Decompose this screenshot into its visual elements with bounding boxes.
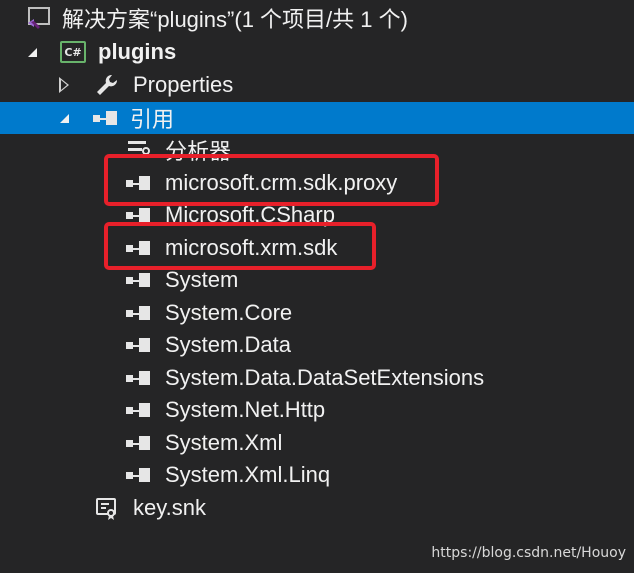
reference-icon	[124, 207, 154, 223]
tree-item-reference[interactable]: microsoft.crm.sdk.proxy	[0, 167, 634, 199]
reference-label: System.Data	[165, 332, 291, 357]
reference-label: System.Xml.Linq	[165, 462, 331, 487]
reference-label: microsoft.crm.sdk.proxy	[165, 170, 398, 195]
reference-icon	[91, 110, 121, 126]
tree-item-analyzers[interactable]: 分析器	[0, 134, 634, 166]
tree-item-reference[interactable]: microsoft.xrm.sdk	[0, 232, 634, 264]
reference-icon	[124, 272, 154, 288]
tree-item-reference[interactable]: Microsoft.CSharp	[0, 199, 634, 231]
solution-explorer-tree: 解决方案“plugins”(1 个项目/共 1 个) C# plugins Pr…	[0, 0, 634, 573]
key-certificate-icon	[94, 495, 120, 521]
tree-item-reference[interactable]: System.Xml	[0, 427, 634, 459]
collapsed-arrow-icon[interactable]	[56, 77, 72, 93]
reference-icon	[124, 337, 154, 353]
csharp-project-icon: C#	[60, 41, 86, 63]
watermark: https://blog.csdn.net/Houoy	[431, 545, 626, 561]
tree-item-reference[interactable]: System.Net.Http	[0, 394, 634, 426]
tree-item-solution[interactable]: 解决方案“plugins”(1 个项目/共 1 个)	[0, 2, 634, 34]
visual-studio-solution-icon	[26, 5, 52, 31]
reference-icon	[124, 467, 154, 483]
wrench-icon	[94, 72, 120, 98]
reference-icon	[124, 402, 154, 418]
key-file-label: key.snk	[133, 495, 206, 520]
references-label: 引用	[130, 107, 175, 132]
reference-label: System.Net.Http	[165, 397, 326, 422]
reference-icon	[124, 240, 154, 256]
reference-icon	[124, 435, 154, 451]
solution-label: 解决方案“plugins”(1 个项目/共 1 个)	[62, 7, 408, 32]
reference-label: microsoft.xrm.sdk	[165, 235, 338, 260]
project-label: plugins	[98, 39, 177, 64]
reference-label: Microsoft.CSharp	[165, 202, 335, 227]
tree-item-reference[interactable]: System.Xml.Linq	[0, 459, 634, 491]
reference-label: 分析器	[165, 139, 232, 164]
tree-item-properties[interactable]: Properties	[0, 69, 634, 101]
analyzer-icon	[126, 139, 152, 161]
reference-icon	[124, 305, 154, 321]
expanded-arrow-icon[interactable]	[56, 110, 72, 126]
tree-item-key-file[interactable]: key.snk	[0, 492, 634, 524]
tree-item-reference[interactable]: System	[0, 264, 634, 296]
tree-item-reference[interactable]: System.Data	[0, 329, 634, 361]
tree-item-reference[interactable]: System.Core	[0, 297, 634, 329]
reference-icon	[124, 175, 154, 191]
tree-item-project[interactable]: C# plugins	[0, 36, 634, 68]
reference-label: System	[165, 267, 239, 292]
properties-label: Properties	[133, 72, 234, 97]
expanded-arrow-icon[interactable]	[24, 44, 40, 60]
reference-label: System.Core	[165, 300, 293, 325]
tree-item-references[interactable]: 引用	[0, 102, 634, 134]
reference-label: System.Xml	[165, 430, 283, 455]
reference-label: System.Data.DataSetExtensions	[165, 365, 485, 390]
tree-item-reference[interactable]: System.Data.DataSetExtensions	[0, 362, 634, 394]
reference-icon	[124, 370, 154, 386]
